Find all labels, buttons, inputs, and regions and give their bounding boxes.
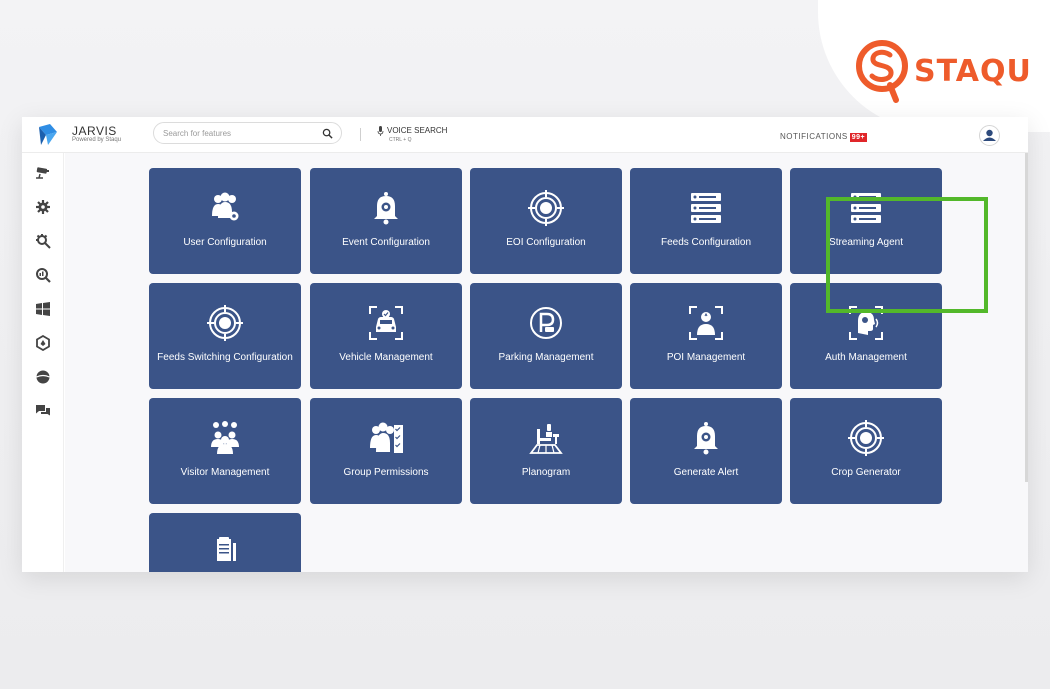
group-checklist-icon [370,422,403,453]
tile-poi-management[interactable]: POI Management [630,283,782,389]
tile-user-configuration[interactable]: User Configuration [149,168,301,274]
server-list-icon [851,193,881,223]
bell-gear-icon [374,192,398,225]
jarvis-logo-icon[interactable] [36,123,60,147]
app-subtitle: Powered by Staqu [72,137,122,143]
parking-icon [530,307,562,339]
tile-label: Group Permissions [343,467,429,478]
app-title: JARVIS [72,124,117,138]
tile-visitor-management[interactable]: Visitor Management [149,398,301,504]
gear-icon[interactable] [35,199,51,215]
tile-label: EOI Configuration [506,237,586,248]
tile-eoi-configuration[interactable]: EOI Configuration [470,168,622,274]
tile-label: Crop Generator [831,467,901,478]
tile-label: Vehicle Management [339,352,433,363]
search-placeholder[interactable]: Search for features [163,129,231,138]
tile-crop-generator[interactable]: Crop Generator [790,398,942,504]
visitor-group-icon [211,421,239,454]
target-icon [528,190,564,226]
bell-gear-icon [694,422,718,455]
face-scan-icon [849,306,883,340]
tile-planogram[interactable]: Planogram [470,398,622,504]
target-icon [207,305,243,341]
notifications-label: NOTIFICATIONS [780,132,848,141]
tile-feeds-switching-configuration[interactable]: Feeds Switching Configuration [149,283,301,389]
document-pen-icon [217,537,236,561]
search-box[interactable]: Search for features [153,122,342,144]
gear-search-icon[interactable] [35,233,51,249]
tile-streaming-agent[interactable]: Streaming Agent [790,168,942,274]
tile-event-configuration[interactable]: Event Configuration [310,168,462,274]
car-scan-icon [369,306,403,340]
tile-label: Parking Management [498,352,594,363]
tile-label: Feeds Switching Configuration [157,352,293,363]
globe-icon[interactable] [35,369,51,385]
cctv-camera-icon[interactable] [35,165,51,181]
tile-vehicle-management[interactable]: Vehicle Management [310,283,462,389]
tile-label: Generate Alert [673,467,739,478]
tile-reports[interactable] [149,513,301,572]
tile-label: Visitor Management [180,467,270,478]
tile-label: Feeds Configuration [660,237,752,248]
microphone-icon [377,126,384,136]
tile-generate-alert[interactable]: Generate Alert [630,398,782,504]
server-list-icon [691,193,721,223]
avatar[interactable] [979,125,1000,146]
scrollbar[interactable] [1025,153,1028,482]
search-icon[interactable] [322,128,333,139]
shelf-layout-icon [529,424,563,454]
staqu-logo-icon [856,40,908,103]
tile-group-permissions[interactable]: Group Permissions [310,398,462,504]
chat-icon[interactable] [35,403,51,419]
tile-label: Event Configuration [342,237,430,248]
target-icon [848,420,884,456]
voice-search-shortcut: CTRL + Q [389,137,412,143]
tile-auth-management[interactable]: Auth Management [790,283,942,389]
tile-label: Streaming Agent [829,237,903,248]
tile-label: User Configuration [183,237,267,248]
feature-grid: User Configuration Event Configuration E… [65,153,1028,572]
app-window: JARVIS Powered by Staqu Search for featu… [22,117,1028,572]
windows-icon[interactable] [35,301,51,317]
notifications-badge: 99+ [849,133,868,142]
voice-search-label: VOICE SEARCH [387,126,448,135]
users-gear-icon [212,192,239,221]
magnify-analytics-icon[interactable] [35,267,51,283]
person-scan-icon [689,306,723,340]
sidebar [22,153,64,572]
top-bar: JARVIS Powered by Staqu Search for featu… [22,117,1028,153]
hexagon-shield-icon[interactable] [35,335,51,351]
user-avatar-icon [983,129,996,141]
toolbar-divider [360,128,361,141]
tile-feeds-configuration[interactable]: Feeds Configuration [630,168,782,274]
brand-name: STAQU [914,53,1032,89]
notifications-button[interactable]: NOTIFICATIONS 99+ [780,132,868,142]
tile-label: POI Management [666,352,746,363]
tile-label: Planogram [521,467,571,478]
tile-parking-management[interactable]: Parking Management [470,283,622,389]
brand-logo: STAQU [854,38,1032,104]
tile-label: Auth Management [825,352,907,363]
